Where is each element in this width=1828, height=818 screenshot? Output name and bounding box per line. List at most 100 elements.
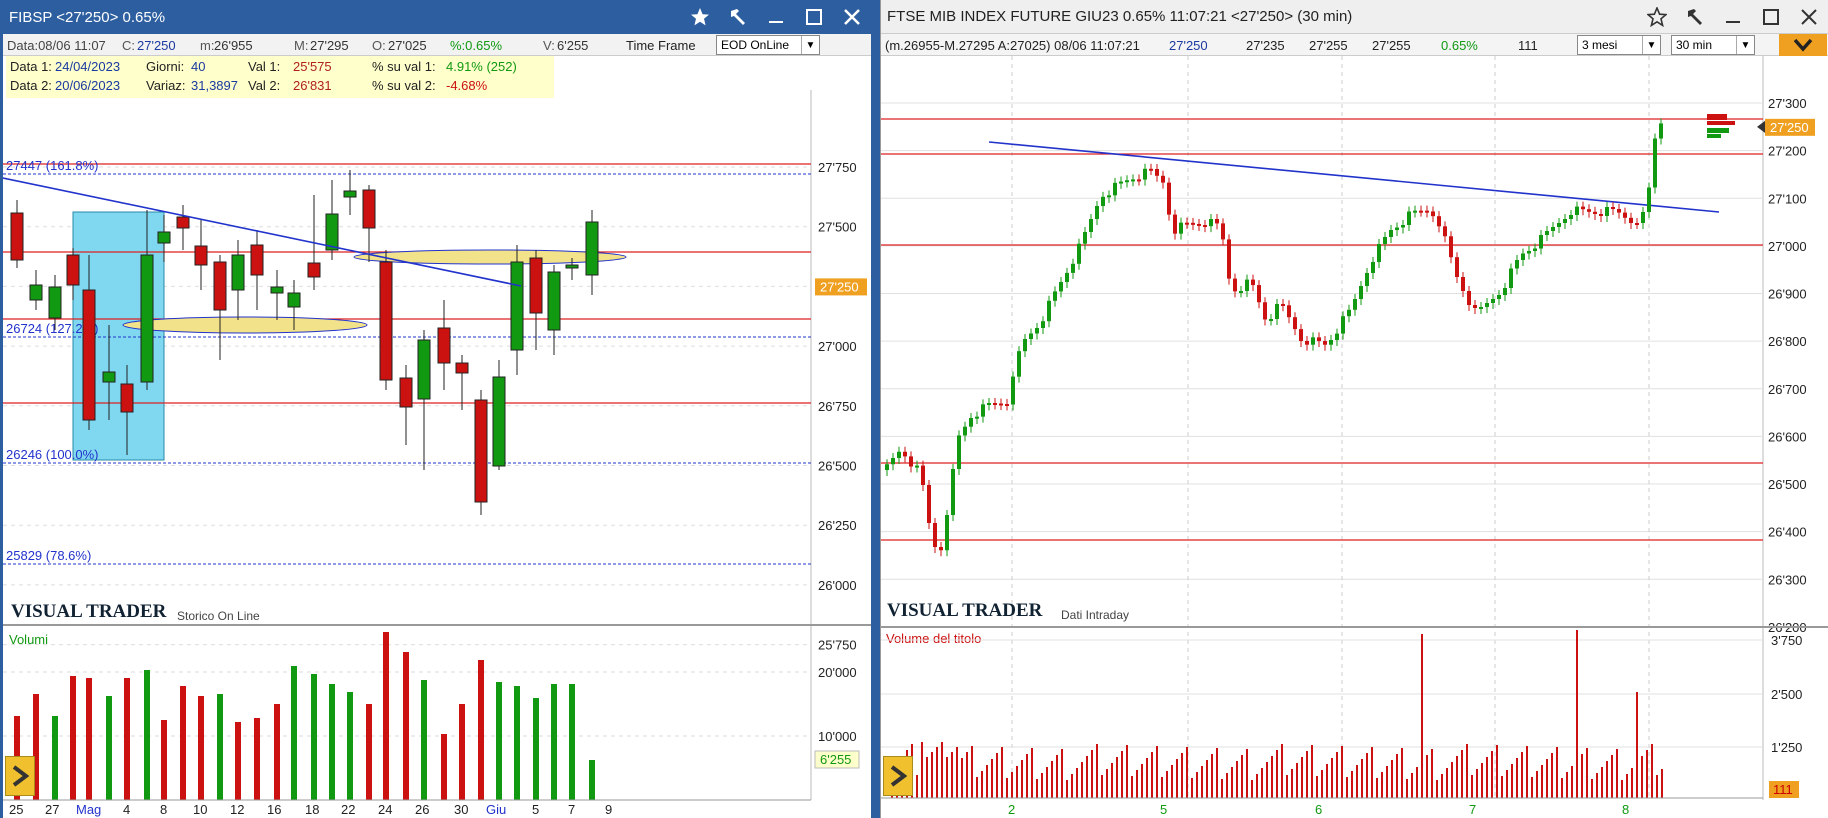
intraday-candlestick-chart[interactable]: 27'300 27'200 27'100 27'000 26'900 26'800 26'7… [881,0,1828,818]
volume-bar [144,670,150,800]
candle-body [1359,286,1363,299]
candle-body [963,426,967,436]
price-tick-label: 27'500 [818,220,857,235]
candle-body [957,435,961,469]
candle-body [585,221,599,276]
volume-bar [1251,780,1253,798]
volume-bar [1341,746,1343,798]
candle-body [1323,341,1327,345]
volume-bar [1636,692,1638,798]
candle-body [1449,236,1453,258]
candle-body [903,451,907,457]
price-tick-label: 26'300 [1768,572,1807,587]
volume-bar [1501,776,1503,798]
candle-body [1575,206,1579,215]
volume-bar [1421,634,1423,798]
candle-body [1485,303,1489,307]
candle-body [1137,179,1141,182]
candle-body [1167,182,1171,215]
intraday-chart-window: FTSE MIB INDEX FUTURE GIU23 0.65% 11:07:… [880,0,1828,818]
volume-bar [1571,766,1573,798]
candle-body [1053,291,1057,301]
candle-body [492,376,506,467]
candle-body [1191,222,1195,225]
price-tick-label: 27'000 [818,339,857,354]
candle-body [1569,215,1573,219]
volume-bar [976,777,978,798]
candle-body [1119,181,1123,184]
x-axis-label: 16 [267,802,281,817]
candle-body [1347,309,1351,317]
candle-body [1545,231,1549,235]
scroll-forward-button[interactable] [883,756,913,796]
volume-bar [1086,756,1088,798]
candle-body [1551,227,1555,231]
price-tick-label: 26'250 [818,518,857,533]
volume-bar [1661,769,1663,798]
volume-bar [986,765,988,798]
volume-bar [1346,777,1348,798]
volume-tick-label: 10'000 [818,729,857,744]
price-tick-label: 27'300 [1768,96,1807,111]
candle-body [1023,339,1027,352]
book-bar [1707,114,1727,120]
candle-body [1173,214,1177,234]
candle-body [1047,300,1051,322]
volume-bar [1001,747,1003,798]
volume-bar [1576,630,1578,798]
candle-body [1005,404,1009,406]
volume-bar [1371,747,1373,798]
candle-body [969,418,973,427]
volume-bar [1521,752,1523,798]
candle-body [1083,232,1087,244]
candle-body [66,254,80,286]
x-axis-label: 6 [1315,802,1322,817]
volume-bar [1351,771,1353,798]
candle-body [1419,210,1423,213]
volume-tick-label: 3'750 [1771,633,1802,648]
candle-body [1107,195,1111,198]
candle-body [915,465,919,468]
candle-body [1503,288,1507,295]
volume-bar [1296,763,1298,798]
daily-candlestick-chart[interactable]: 27447 (161.8%)26724 (127.2%)26246 (100.0… [3,0,871,818]
volume-bar [1286,775,1288,798]
candle-body [1521,253,1525,260]
candle-body [437,327,451,364]
volume-bar [1231,767,1233,798]
candle-body [1269,319,1273,321]
candle-body [987,403,991,405]
book-bar [1707,121,1735,125]
volume-bar [1266,762,1268,798]
candle-body [1425,210,1429,213]
volume-bar [1426,755,1428,798]
candle-body [547,271,561,331]
scroll-forward-button[interactable] [5,756,35,796]
volume-panel-title: Volumi [9,632,48,647]
volume-bar [981,771,983,798]
candle-body [1341,316,1345,334]
volume-bar [1386,766,1388,798]
volume-bar [1441,774,1443,798]
candle-body [1287,305,1291,318]
candle-body [1623,212,1627,218]
volume-bar [1181,753,1183,798]
brand-logo: VISUAL TRADER [887,600,1043,621]
candle-body [417,339,431,400]
volume-bar [70,676,76,800]
price-tick-label: 26'000 [818,578,857,593]
volume-bar [235,722,241,800]
candle-body [1461,277,1465,291]
volume-bar [1226,773,1228,798]
volume-bar [1206,760,1208,798]
candle-body [1329,340,1333,345]
volume-bar [1336,752,1338,798]
volume-bar [1131,776,1133,798]
candle-body [362,189,376,229]
volume-bar [1136,770,1138,798]
candle-body [921,465,925,485]
volume-bar [1446,768,1448,798]
volume-bar [1146,758,1148,798]
candle-body [250,244,264,276]
volume-bar [1476,769,1478,798]
